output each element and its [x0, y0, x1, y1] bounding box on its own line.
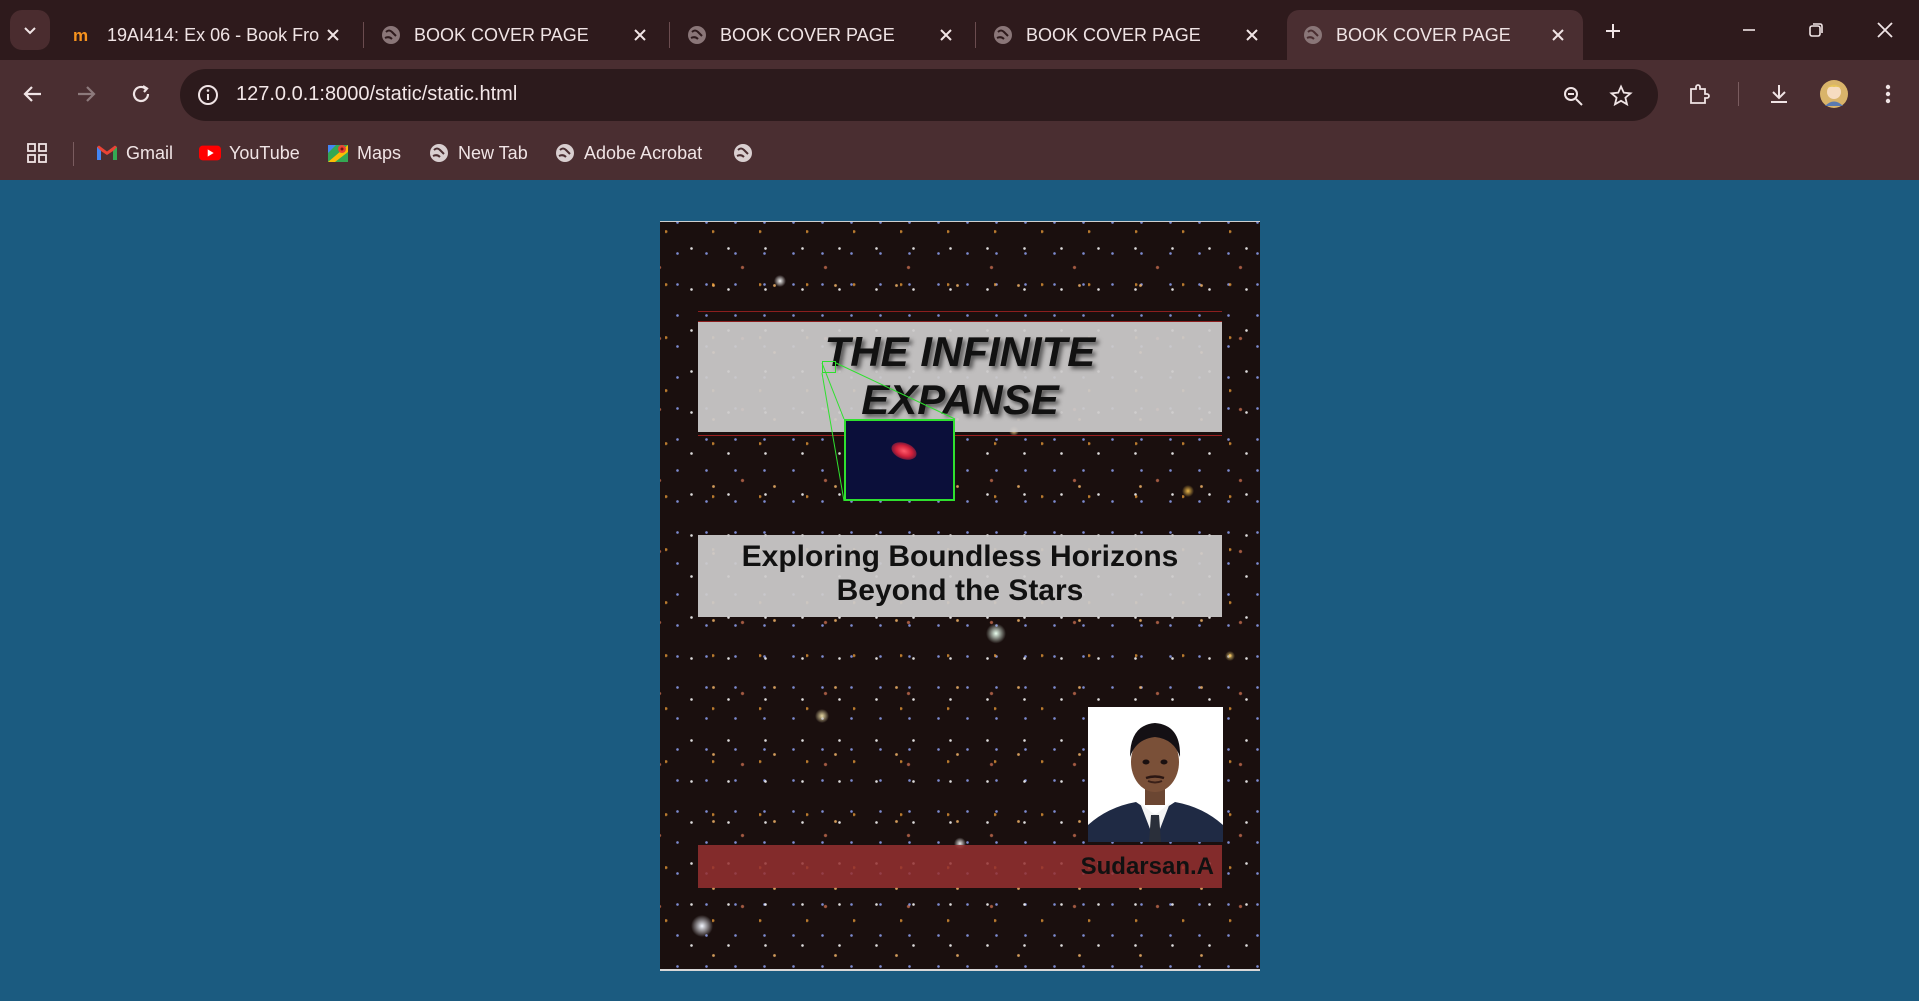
book-subtitle-line-2: Beyond the Stars [836, 574, 1084, 607]
bookmark-youtube[interactable]: YouTube [199, 138, 300, 168]
url-text[interactable]: 127.0.0.1:8000/static/static.html [236, 83, 517, 106]
zoom-icon[interactable] [1558, 81, 1588, 111]
puzzle-icon [1690, 84, 1710, 104]
red-galaxy [889, 439, 919, 463]
profile-avatar[interactable] [1816, 76, 1852, 112]
author-name: Sudarsan.A [1080, 853, 1214, 880]
book-subtitle-line-1: Exploring Boundless Horizons [741, 540, 1179, 573]
browser-toolbar: 127.0.0.1:8000/static/static.html [0, 60, 1919, 128]
tab-title: BOOK COVER PAGE [720, 24, 895, 45]
bookmark-new-tab[interactable]: New Tab [428, 138, 528, 168]
avatar-icon [1820, 80, 1848, 108]
close-icon[interactable] [627, 22, 653, 48]
bookmark-label: New Tab [458, 142, 528, 163]
globe-icon [992, 24, 1014, 46]
menu-button[interactable] [1870, 76, 1906, 112]
tab-3[interactable]: BOOK COVER PAGE [671, 10, 971, 60]
arrow-right-icon [78, 86, 96, 102]
tab-title: 19AI414: Ex 06 - Book Fro [107, 24, 320, 45]
tab-2[interactable]: BOOK COVER PAGE [365, 10, 665, 60]
bookmark-maps[interactable]: Maps [327, 138, 401, 168]
reload-icon [132, 85, 150, 103]
globe-icon [732, 142, 754, 164]
back-button[interactable] [15, 76, 51, 112]
youtube-icon [199, 142, 221, 164]
download-icon [1771, 85, 1787, 103]
minimize-icon [1743, 29, 1755, 31]
bookmark-unnamed[interactable] [732, 138, 762, 168]
bookmark-label: Gmail [126, 142, 174, 163]
bookmark-label: Maps [357, 142, 402, 163]
svg-text:m: m [73, 26, 88, 45]
bookmark-separator [73, 142, 74, 166]
book-cover: THE INFINITE EXPANSE Exploring Boundless… [660, 221, 1260, 971]
maps-icon [327, 142, 349, 164]
bookmark-star-icon[interactable] [1606, 81, 1636, 111]
reload-button[interactable] [123, 76, 159, 112]
close-icon[interactable] [1545, 22, 1571, 48]
close-icon[interactable] [933, 22, 959, 48]
downloads-button[interactable] [1761, 76, 1797, 112]
zoom-source-marker [822, 361, 836, 373]
restore-icon [1809, 23, 1823, 37]
globe-icon [428, 142, 450, 164]
globe-icon [686, 24, 708, 46]
forward-button[interactable] [68, 76, 104, 112]
tab-1[interactable]: m 19AI414: Ex 06 - Book Fro [58, 10, 358, 60]
close-icon[interactable] [320, 22, 346, 48]
arrow-left-icon [23, 86, 41, 102]
address-bar[interactable]: 127.0.0.1:8000/static/static.html [180, 69, 1658, 121]
tab-strip: m 19AI414: Ex 06 - Book Fro BOOK COVER P… [0, 0, 1919, 60]
bookmark-adobe-acrobat[interactable]: Adobe Acrobat [554, 138, 702, 168]
more-vertical-icon [1885, 84, 1891, 104]
globe-icon [380, 24, 402, 46]
galaxy-inset [844, 419, 955, 501]
chevron-down-icon [24, 27, 36, 35]
moodle-icon: m [73, 24, 95, 46]
close-icon [1877, 22, 1893, 38]
bookmarks-bar: Gmail YouTube Maps New Tab Adobe Acrobat [0, 128, 1919, 180]
tab-title: BOOK COVER PAGE [1336, 24, 1511, 45]
close-icon[interactable] [1239, 22, 1265, 48]
tab-separator [975, 22, 976, 48]
toolbar-separator [1738, 82, 1739, 106]
tab-search-button[interactable] [10, 10, 50, 50]
tab-separator [669, 22, 670, 48]
globe-icon [554, 142, 576, 164]
site-info-icon[interactable] [192, 79, 224, 111]
zoom-inset-lines [821, 362, 956, 502]
cover-bottom-edge [660, 969, 1260, 971]
gmail-icon [96, 142, 118, 164]
tab-title: BOOK COVER PAGE [1026, 24, 1201, 45]
subtitle-banner: Exploring Boundless Horizons Beyond the … [698, 535, 1222, 617]
tab-title: BOOK COVER PAGE [414, 24, 589, 45]
new-tab-button[interactable] [1596, 14, 1630, 48]
book-subtitle: Exploring Boundless Horizons Beyond the … [698, 540, 1222, 608]
plus-icon [1606, 24, 1620, 38]
tab-separator [363, 22, 364, 48]
apps-grid-icon [26, 142, 48, 164]
author-photo [1088, 707, 1223, 842]
extensions-button[interactable] [1681, 76, 1717, 112]
bookmark-label: YouTube [229, 142, 300, 163]
tab-5-active[interactable]: BOOK COVER PAGE [1287, 10, 1583, 60]
author-banner: Sudarsan.A [698, 845, 1222, 888]
tab-4[interactable]: BOOK COVER PAGE [977, 10, 1277, 60]
globe-icon [1302, 24, 1324, 46]
author-portrait [1088, 707, 1223, 842]
bookmark-label: Adobe Acrobat [584, 142, 703, 163]
bookmark-gmail[interactable]: Gmail [96, 138, 173, 168]
apps-button[interactable] [26, 138, 56, 168]
close-window-button[interactable] [1860, 10, 1910, 50]
restore-button[interactable] [1791, 10, 1841, 50]
minimize-button[interactable] [1724, 10, 1774, 50]
